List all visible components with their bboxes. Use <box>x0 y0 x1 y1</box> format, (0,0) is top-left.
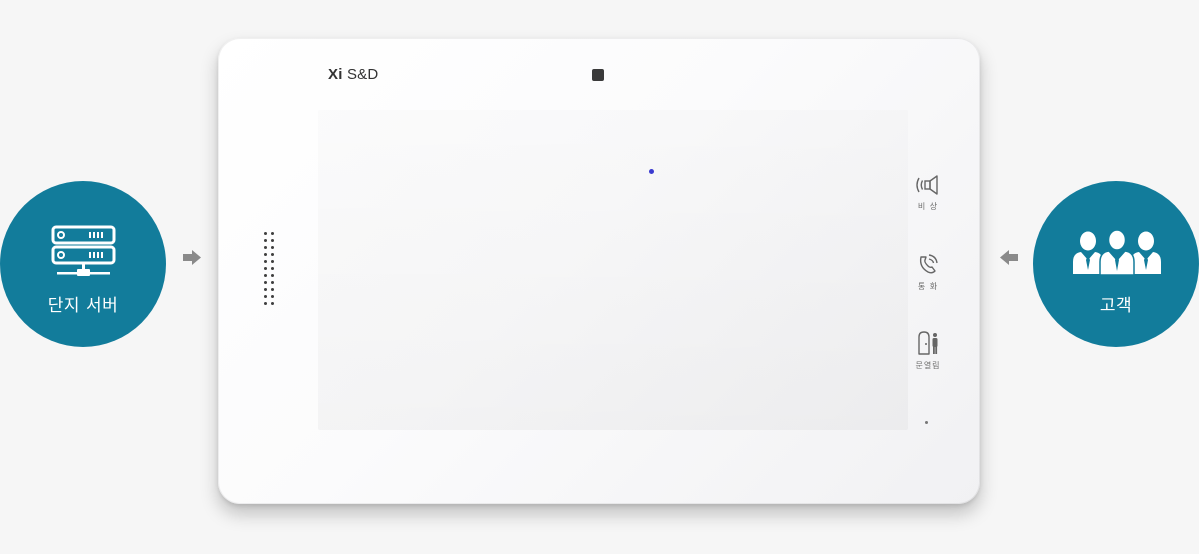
brand-logo-rest: S&D <box>342 66 379 83</box>
server-rack-icon <box>51 225 116 276</box>
device-screen <box>318 110 908 430</box>
emergency-button-label: 비 상 <box>917 202 939 211</box>
brand-logo-bold: Xi <box>328 66 343 83</box>
door-open-icon <box>918 331 938 355</box>
users-group-icon <box>1073 230 1161 276</box>
camera-lens <box>592 69 604 81</box>
microphone-hole <box>925 421 928 424</box>
customer-label: 고객 <box>1099 296 1133 316</box>
call-button-label: 통 화 <box>917 282 939 291</box>
call-button[interactable]: 통 화 <box>902 251 954 292</box>
complex-server-node: 단지 서버 <box>0 181 166 347</box>
brand-logo: Xi S&D <box>328 66 378 83</box>
arrow-left-icon <box>1000 250 1018 265</box>
status-led <box>649 169 654 174</box>
emergency-speaker-icon <box>916 175 938 195</box>
emergency-button[interactable]: 비 상 <box>902 173 954 212</box>
speaker-grille <box>262 232 278 310</box>
customer-node: 고객 <box>1033 181 1199 347</box>
wallpad-device: Xi S&D 비 상 통 화 문열림 <box>218 38 980 504</box>
door-open-button[interactable]: 문열림 <box>902 330 954 371</box>
complex-server-label: 단지 서버 <box>47 296 119 316</box>
arrow-right-icon <box>183 250 201 265</box>
door-open-button-label: 문열림 <box>915 361 941 370</box>
call-icon <box>919 254 938 274</box>
